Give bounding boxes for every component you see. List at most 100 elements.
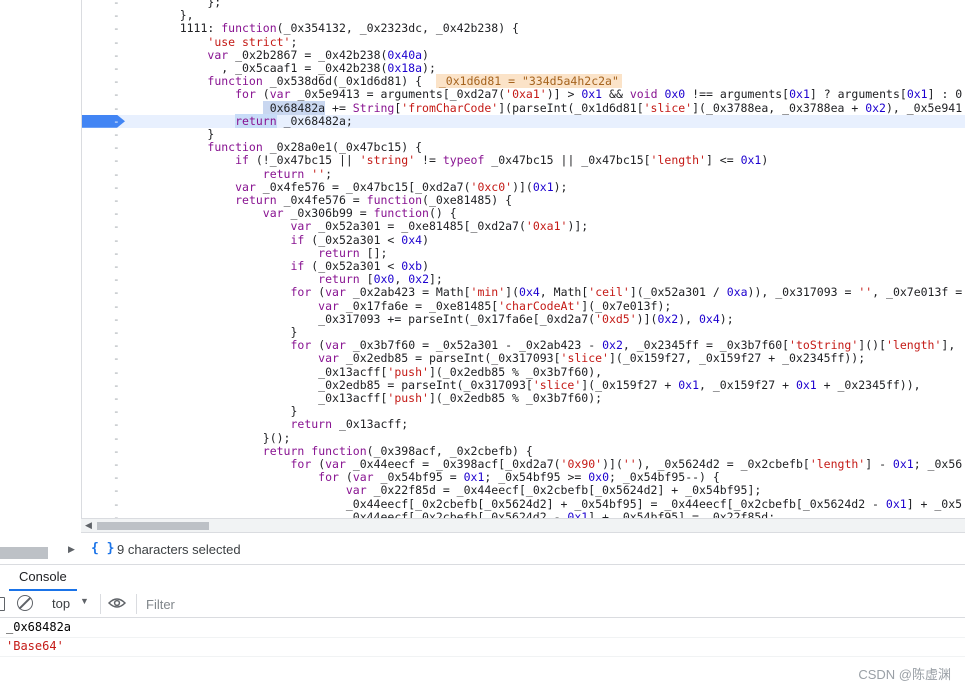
line-marker[interactable]: - (113, 379, 123, 392)
scrollbar-thumb[interactable] (97, 522, 209, 530)
code-line[interactable]: - } (81, 326, 965, 340)
line-marker[interactable]: - (113, 445, 123, 458)
line-marker[interactable]: - (113, 181, 123, 194)
code-line[interactable]: - }(); (81, 431, 965, 445)
line-marker[interactable]: - (113, 418, 123, 431)
code-line[interactable]: - for (var _0x5e9413 = arguments[_0xd2a7… (81, 88, 965, 102)
code-line[interactable]: - function _0x28a0e1(_0x47bc15) { (81, 140, 965, 155)
code-line[interactable]: - , _0x5caaf1 = _0x42b238(0x18a); (81, 62, 965, 76)
code-line[interactable]: - }, (81, 9, 965, 23)
sidebar-toggle-icon[interactable] (0, 597, 5, 611)
line-marker[interactable]: - (113, 62, 123, 75)
code-line[interactable]: - return function(_0x398acf, _0x2cbefb) … (81, 444, 965, 458)
line-marker[interactable]: - (113, 273, 123, 286)
line-marker[interactable]: - (113, 498, 123, 511)
filter-input[interactable] (146, 595, 846, 613)
code-line[interactable]: - _0x68482a += String['fromCharCode'](pa… (81, 100, 965, 115)
line-marker[interactable]: - (113, 247, 123, 260)
line-marker[interactable]: - (113, 141, 123, 154)
code-text: var _0x2b2867 = _0x42b238(0x40a) (207, 47, 429, 62)
code-text: return []; (318, 245, 388, 260)
code-line[interactable]: - var _0x306b99 = function() { (81, 206, 965, 221)
line-marker[interactable]: - (113, 471, 123, 484)
code-line[interactable]: - return []; (81, 245, 965, 260)
code-line[interactable]: - for (var _0x54bf95 = 0x1; _0x54bf95 >=… (81, 471, 965, 485)
code-line[interactable]: - return [0x0, 0x2]; (81, 273, 965, 287)
code-line[interactable]: - _0x2edb85 = parseInt(_0x317093['slice'… (81, 378, 965, 392)
clear-console-icon[interactable] (17, 595, 33, 611)
line-marker[interactable]: - (113, 36, 123, 49)
line-marker[interactable]: - (113, 194, 123, 207)
line-marker[interactable]: - (113, 234, 123, 247)
line-marker[interactable]: - (113, 458, 123, 471)
code-line[interactable]: - var _0x2b2867 = _0x42b238(0x40a) (81, 47, 965, 62)
line-marker[interactable]: - (113, 9, 123, 22)
code-line[interactable]: - return _0x13acff; (81, 418, 965, 432)
code-line[interactable]: - _0x13acff['push'](_0x2edb85 % _0x3b7f6… (81, 365, 965, 379)
line-marker[interactable]: - (113, 115, 123, 128)
line-marker[interactable]: - (113, 484, 123, 497)
line-marker[interactable]: - (113, 207, 123, 220)
code-line[interactable]: - _0x44eecf[_0x2cbefb[_0x5624d2] + _0x54… (81, 497, 965, 511)
code-line[interactable]: - var _0x4fe576 = _0x47bc15[_0xd2a7('0xc… (81, 180, 965, 194)
code-text: return ''; (262, 166, 333, 181)
code-text: function _0x28a0e1(_0x47bc15) { (207, 140, 423, 155)
line-marker[interactable]: - (113, 511, 123, 518)
live-expression-eye-icon[interactable] (108, 597, 126, 609)
line-marker[interactable]: - (113, 405, 123, 418)
code-line[interactable]: - _0x44eecf[_0x2cbefb[_0x5624d2 - 0x1] +… (81, 510, 965, 518)
code-line[interactable]: - var _0x22f85d = _0x44eecf[_0x2cbefb[_0… (81, 484, 965, 498)
code-line[interactable]: - } (81, 128, 965, 142)
tab-console[interactable]: Console (9, 565, 77, 591)
navigator-scroll-right-icon[interactable]: ▶ (68, 545, 75, 555)
code-line[interactable]: - _0x317093 += parseInt(_0x17fa6e[_0xd2a… (81, 312, 965, 326)
line-marker[interactable]: - (113, 128, 123, 141)
line-marker[interactable]: - (113, 220, 123, 233)
line-marker[interactable]: - (113, 49, 123, 62)
line-marker[interactable]: - (113, 154, 123, 167)
line-marker[interactable]: - (113, 22, 123, 35)
line-marker[interactable]: - (113, 102, 123, 115)
source-editor[interactable]: - }; - }, - 1111: function(_0x354132, _0x2… (0, 0, 965, 518)
code-line[interactable]: - 1111: function(_0x354132, _0x2323dc, _… (81, 22, 965, 36)
line-marker[interactable]: - (113, 432, 123, 445)
line-marker[interactable]: - (113, 75, 123, 88)
code-line[interactable]: - return ''; (81, 166, 965, 181)
code-line[interactable]: - for (var _0x3b7f60 = _0x52a301 - _0x2a… (81, 339, 965, 353)
line-marker[interactable]: - (113, 339, 123, 352)
code-line[interactable]: - }; (81, 0, 965, 9)
navigator-scrollbar[interactable] (0, 547, 48, 559)
code-line[interactable]: - } (81, 405, 965, 419)
editor-horizontal-scrollbar[interactable]: ◀ (81, 518, 965, 533)
pretty-print-icon[interactable]: { } (91, 541, 114, 556)
code-line[interactable]: - if (_0x52a301 < 0x4) (81, 233, 965, 247)
code-line[interactable]: - var _0x52a301 = _0xe81485[_0xd2a7('0xa… (81, 220, 965, 234)
code-line[interactable]: - _0x13acff['push'](_0x2edb85 % _0x3b7f6… (81, 392, 965, 406)
code-line[interactable]: - if (_0x52a301 < 0xb) (81, 260, 965, 274)
chevron-down-icon[interactable]: ▼ (80, 596, 89, 606)
line-marker[interactable]: - (113, 392, 123, 405)
line-marker[interactable]: - (113, 366, 123, 379)
code-line[interactable]: - var _0x2edb85 = parseInt(_0x317093['sl… (81, 352, 965, 366)
code-line[interactable]: - if (!_0x47bc15 || 'string' != typeof _… (81, 154, 965, 168)
line-marker[interactable]: - (113, 168, 123, 181)
code-line[interactable]: - for (var _0x44eecf = _0x398acf[_0xd2a7… (81, 458, 965, 472)
context-selector[interactable]: top (52, 596, 70, 611)
code-line[interactable]: - 'use strict'; (81, 35, 965, 49)
code-line[interactable]: - var _0x17fa6e = _0xe81485['charCodeAt'… (81, 299, 965, 313)
line-marker[interactable]: - (113, 300, 123, 313)
line-marker[interactable]: - (113, 286, 123, 299)
line-marker[interactable]: - (113, 0, 123, 9)
code-line[interactable]: - for (var _0x2ab423 = Math['min'](0x4, … (81, 286, 965, 300)
code-line-paused[interactable]: - return _0x68482a; (81, 113, 965, 128)
line-marker[interactable]: - (113, 313, 123, 326)
line-marker[interactable]: - (113, 88, 123, 101)
line-marker[interactable]: - (113, 326, 123, 339)
code-text: var _0x306b99 = function() { (262, 206, 457, 221)
scroll-left-icon[interactable]: ◀ (85, 521, 92, 531)
code-line[interactable]: - function _0x538d6d(_0x1d6d81) { _0x1d6… (81, 74, 965, 89)
line-marker[interactable]: - (113, 352, 123, 365)
watermark: CSDN @陈虚渊 (858, 667, 951, 682)
line-marker[interactable]: - (113, 260, 123, 273)
code-line[interactable]: - return _0x4fe576 = function(_0xe81485)… (81, 194, 965, 208)
